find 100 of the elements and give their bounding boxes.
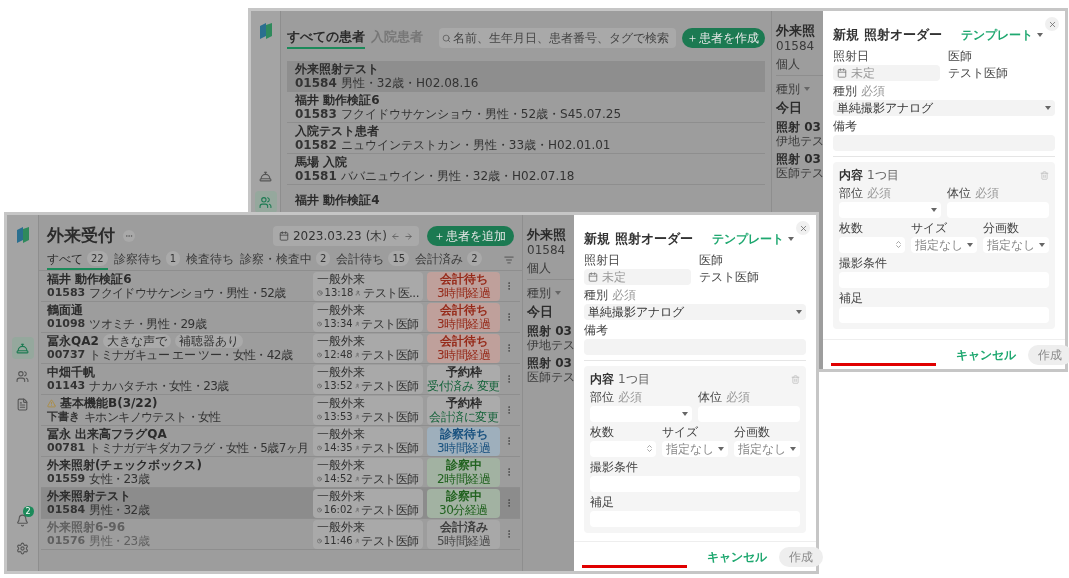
required-label: 必須 bbox=[867, 185, 891, 200]
visit-row[interactable]: 外来照射テスト 01584 男性・32歳 一般外来 16:02 テスト医師 診察中 30分経過 bbox=[41, 488, 520, 519]
status-tab[interactable]: 会計済み 2 bbox=[415, 249, 482, 270]
close-button[interactable] bbox=[1045, 17, 1059, 31]
people-icon[interactable] bbox=[259, 195, 272, 209]
entry-title: 照射 03 bbox=[527, 356, 573, 370]
patient-details: 男性・32歳・H02.08.16 bbox=[340, 76, 479, 90]
field-label: 枚数 bbox=[590, 424, 614, 439]
doctor-name: テスト医師 bbox=[948, 64, 1009, 81]
patient-details: 男性・23歳 bbox=[89, 534, 149, 548]
detail-title: 外来照 bbox=[527, 227, 567, 243]
logo-icon bbox=[16, 227, 29, 243]
visit-type: 一般外来 bbox=[317, 396, 366, 410]
filter-dropdown[interactable]: 種別 bbox=[776, 82, 810, 96]
status-tab[interactable]: 検査待ち bbox=[186, 249, 235, 270]
field-label: 備考 bbox=[833, 118, 857, 133]
field-label: 分画数 bbox=[983, 220, 1019, 235]
select-field[interactable]: 指定なし bbox=[734, 440, 800, 457]
trash-icon[interactable] bbox=[791, 374, 800, 384]
patient-row[interactable]: 馬場 入院 01581 ババニュウイン・男性・32歳・H02.07.18 bbox=[287, 154, 765, 185]
status-badge[interactable]: 診察中 2時間経過 bbox=[427, 457, 500, 487]
select-field[interactable]: 指定なし bbox=[983, 236, 1049, 253]
status-badge[interactable]: 診察中 30分経過 bbox=[427, 488, 500, 518]
select-field[interactable] bbox=[839, 201, 941, 218]
field-label: サイズ bbox=[662, 424, 698, 439]
select-field[interactable] bbox=[590, 405, 692, 422]
more-button[interactable] bbox=[123, 230, 135, 242]
count-badge: 2 bbox=[467, 251, 482, 266]
patient-id: 01584 bbox=[295, 76, 337, 90]
create-patient-button[interactable]: 患者を作成 bbox=[682, 28, 765, 48]
status-badge[interactable]: 診察待ち 3時間経過 bbox=[427, 426, 500, 456]
select-field[interactable]: 単純撮影アナログ bbox=[584, 303, 806, 320]
patient-name: 冨永QA2 bbox=[47, 334, 99, 348]
status-tab[interactable]: 診察・検査中 2 bbox=[240, 249, 331, 270]
people-icon[interactable] bbox=[16, 369, 29, 383]
visit-row[interactable]: 冨永QA2 大きな声で 補聴器あり 00737 トミナガキュー エー ツー・女性・42歳 一般外来 12:48 テスト医師 会計待ち 3時間経過 bbox=[41, 333, 520, 364]
status-tab[interactable]: 診察待ち 1 bbox=[113, 249, 181, 270]
visit-time: 13:53 bbox=[323, 410, 353, 424]
reception-bell-icon[interactable] bbox=[259, 169, 272, 183]
patient-row[interactable]: 入院テスト患者 01582 ニュウインテストカン・男性・33歳・H02.01.01 bbox=[287, 123, 765, 154]
status-tab[interactable]: 会計待ち 15 bbox=[336, 249, 410, 270]
nav-item[interactable]: 2 bbox=[11, 509, 34, 531]
dialog-title: 新規 照射オーダー bbox=[833, 26, 942, 44]
close-button[interactable] bbox=[796, 221, 810, 235]
patient-id: 01581 bbox=[295, 169, 337, 183]
detail-title: 外来照 bbox=[776, 23, 816, 39]
date-field[interactable]: 未定 bbox=[584, 268, 691, 285]
cancel-button[interactable]: キャンセル bbox=[703, 547, 771, 566]
date-field[interactable]: 未定 bbox=[833, 64, 940, 81]
status-badge[interactable]: 会計待ち 3時間経過 bbox=[427, 271, 500, 301]
patient-name: 福井 動作検証4 bbox=[295, 193, 381, 207]
patient-id: 01582 bbox=[295, 138, 337, 152]
settings-icon[interactable] bbox=[16, 541, 29, 555]
count-badge: 22 bbox=[87, 251, 108, 266]
section-heading: 今日 bbox=[527, 304, 554, 320]
date-value: 2023.03.23 bbox=[292, 228, 362, 245]
nav-item[interactable] bbox=[11, 337, 34, 359]
reception-bell-icon[interactable] bbox=[16, 341, 29, 355]
doctor-name: テスト医師 bbox=[361, 348, 419, 362]
template-button[interactable]: テンプレート bbox=[961, 25, 1043, 44]
trash-icon[interactable] bbox=[1040, 170, 1049, 180]
patient-row[interactable]: 外来照射テスト 01584 男性・32歳・H02.08.16 bbox=[287, 61, 765, 92]
add-patient-button[interactable]: 患者を追加 bbox=[427, 226, 514, 246]
date-picker[interactable]: 2023.03.23 (木) bbox=[272, 226, 419, 246]
visit-row[interactable]: 冨永 出来高フラグQA 00781 トミナガデキダカフラグ・女性・5歳7ヶ月 一般外来 14:35 テスト医師 診察待ち 3時間経過 bbox=[41, 426, 520, 457]
nav-item[interactable] bbox=[254, 191, 277, 213]
visit-row[interactable]: 福井 動作検証6 01583 フクイドウサケンショウ・男性・52歳 一般外来 13:18 テスト医... 会計待ち 3時間経過 bbox=[41, 271, 520, 302]
field-label: 補足 bbox=[590, 494, 614, 509]
view-tab[interactable]: すべての患者 bbox=[287, 27, 365, 49]
status-badge[interactable]: 会計待ち 3時間経過 bbox=[427, 302, 500, 332]
template-button[interactable]: テンプレート bbox=[712, 229, 794, 248]
patient-name: 福井 動作検証6 bbox=[47, 272, 132, 286]
field-label: 補足 bbox=[839, 290, 863, 305]
visit-time: 13:18 bbox=[324, 286, 354, 300]
number-field[interactable] bbox=[590, 440, 656, 457]
select-field[interactable]: 指定なし bbox=[662, 440, 728, 457]
select-field[interactable]: 指定なし bbox=[911, 236, 977, 253]
status-badge[interactable]: 予約枠 会計済に変更 bbox=[427, 395, 500, 425]
status-badge[interactable]: 予約枠 受付済み 変更 bbox=[427, 364, 500, 394]
status-badge[interactable]: 会計待ち 3時間経過 bbox=[427, 333, 500, 363]
filter-dropdown[interactable]: 種別 bbox=[527, 286, 561, 300]
search-field[interactable]: 名前、生年月日、患者番号、タグで検索 bbox=[439, 28, 676, 48]
filter-icon[interactable] bbox=[504, 254, 514, 265]
status-tab[interactable]: すべて 22 bbox=[47, 249, 108, 270]
number-field[interactable] bbox=[839, 236, 905, 253]
notification-icon[interactable] bbox=[16, 513, 29, 527]
visit-row[interactable]: 基本機能B(3/22) 下書き キホンキノウテスト・女性 一般外来 13:53 テスト医師 予約枠 会計済に変更 bbox=[41, 395, 520, 426]
cancel-button[interactable]: キャンセル bbox=[952, 345, 1020, 364]
visit-row[interactable]: 中畑千帆 01143 ナカハタチホ・女性・23歳 一般外来 13:52 テスト医師 予約枠 受付済み 変更 bbox=[41, 364, 520, 395]
previous-day-icon[interactable] bbox=[391, 231, 400, 241]
select-field[interactable]: 単純撮影アナログ bbox=[833, 99, 1055, 116]
visit-row[interactable]: 外来照射(チェックボックス) 01559 女性・23歳 一般外来 14:52 テスト医師 診察中 2時間経過 bbox=[41, 457, 520, 488]
notification-badge: 2 bbox=[22, 506, 34, 517]
next-day-icon[interactable] bbox=[404, 231, 413, 241]
patient-row[interactable]: 福井 動作検証6 01583 フクイドウサケンショウ・男性・52歳・S45.07.25 bbox=[287, 92, 765, 123]
close-icon bbox=[798, 223, 808, 233]
visit-type: 一般外来 bbox=[317, 303, 366, 317]
close-icon bbox=[1047, 19, 1057, 29]
document-icon[interactable] bbox=[16, 397, 29, 411]
visit-row[interactable]: 鶴面通 01098 ツオミチ・男性・29歳 一般外来 13:34 テスト医師 会計待ち 3時間経過 bbox=[41, 302, 520, 333]
